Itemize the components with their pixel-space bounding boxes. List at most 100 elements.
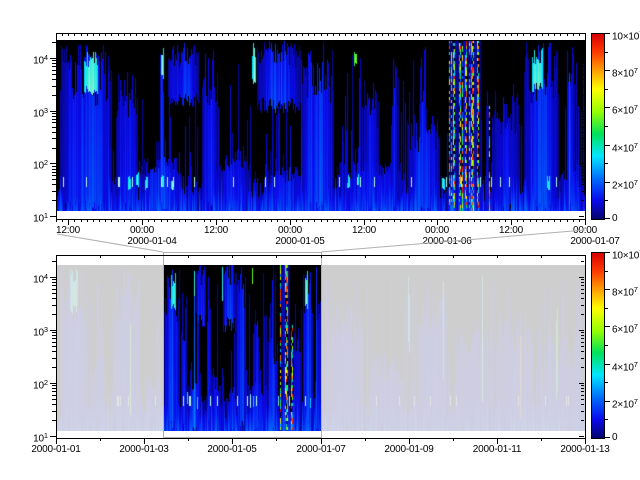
x-minor-tick (234, 219, 235, 222)
y-minor-tick (52, 184, 56, 185)
x-minor-tick (210, 219, 211, 222)
y-tick-label: 103 (14, 104, 48, 120)
x-minor-tick-inward (468, 34, 469, 36)
y-minor-tick (52, 166, 56, 167)
y-minor-tick (52, 200, 56, 201)
x-minor-tick-inward (100, 256, 101, 258)
x-minor-tick-inward (277, 34, 278, 36)
y-minor-tick (52, 351, 56, 352)
y-minor-tick (52, 191, 56, 192)
x-minor-tick (530, 219, 531, 222)
y-minor-tick (52, 314, 56, 315)
y-minor-tick-inward (581, 66, 584, 67)
x-minor-tick (345, 219, 346, 222)
x-minor-tick-inward (573, 34, 574, 36)
x-minor-tick (339, 219, 340, 222)
x-minor-tick-inward (364, 34, 365, 36)
time-selection-box[interactable] (163, 252, 322, 438)
x-minor-tick-inward (265, 34, 266, 36)
y-minor-tick (52, 175, 56, 176)
y-minor-tick-inward (581, 86, 584, 87)
y-minor-tick (52, 395, 56, 396)
y-minor-tick-inward (581, 293, 584, 294)
x-minor-tick-inward (370, 34, 371, 36)
x-minor-tick-inward (56, 34, 57, 36)
x-tick-label: 2000-01-05 (207, 444, 256, 456)
x-minor-tick (179, 219, 180, 222)
y-minor-tick (52, 399, 56, 400)
y-major-tick-inward (579, 330, 584, 331)
x-date-label: 2000-01-05 (275, 236, 324, 248)
x-minor-tick-inward (302, 34, 303, 36)
x-minor-tick-inward (517, 34, 518, 36)
x-minor-tick-inward (400, 34, 401, 36)
y-minor-tick-inward (581, 420, 584, 421)
x-minor-tick-inward (232, 256, 233, 258)
y-major-tick (50, 111, 56, 112)
y-minor-tick (52, 138, 56, 139)
x-minor-tick-inward (511, 34, 512, 36)
x-minor-tick-inward (253, 34, 254, 36)
x-minor-tick (554, 219, 555, 222)
y-minor-tick-inward (581, 391, 584, 392)
y-minor-tick (52, 66, 56, 67)
colorbar-top (591, 33, 605, 220)
y-minor-tick (52, 289, 56, 290)
x-minor-tick-inward (259, 34, 260, 36)
y-minor-tick-inward (581, 74, 584, 75)
x-minor-tick-inward (284, 34, 285, 36)
colorbar-major-tick (605, 70, 610, 71)
x-minor-tick (517, 219, 518, 222)
x-minor-tick-inward (357, 34, 358, 36)
x-minor-tick-inward (536, 34, 537, 36)
x-minor-tick (148, 219, 149, 222)
x-minor-tick-inward (161, 34, 162, 36)
y-tick-label: 104 (14, 51, 48, 67)
x-minor-tick-inward (99, 34, 100, 36)
y-major-tick (50, 436, 56, 437)
x-tick-label: 2000-01-03 (119, 444, 168, 456)
y-minor-tick (52, 391, 56, 392)
y-minor-tick-inward (581, 60, 584, 61)
y-minor-tick-inward (581, 179, 584, 180)
y-minor-tick-inward (581, 200, 584, 201)
y-minor-tick-inward (581, 113, 584, 114)
x-minor-tick (302, 219, 303, 222)
x-minor-tick-inward (327, 34, 328, 36)
y-minor-tick (52, 388, 56, 389)
x-minor-tick-inward (191, 34, 192, 36)
x-minor-tick-inward (333, 34, 334, 36)
x-minor-tick (81, 219, 82, 222)
spectrogram-canvas-zoomed[interactable] (57, 40, 585, 211)
y-minor-tick-inward (581, 184, 584, 185)
y-major-tick-inward (579, 436, 584, 437)
x-minor-tick (87, 219, 88, 222)
colorbar-minor-tick (605, 345, 608, 346)
y-minor-tick-inward (581, 127, 584, 128)
x-minor-tick (413, 219, 414, 222)
y-minor-tick-inward (581, 132, 584, 133)
y-minor-tick (52, 122, 56, 123)
mask-overlay-before-selection (57, 265, 163, 431)
y-minor-tick-inward (581, 191, 584, 192)
x-minor-tick-inward (173, 34, 174, 36)
y-minor-tick (52, 179, 56, 180)
x-minor-tick-inward (339, 34, 340, 36)
y-minor-tick (52, 63, 56, 64)
x-minor-tick-inward (148, 34, 149, 36)
x-minor-tick (105, 219, 106, 222)
y-minor-tick (52, 70, 56, 71)
y-major-tick-inward (579, 58, 584, 59)
colorbar-major-tick (605, 107, 610, 108)
y-minor-tick (52, 358, 56, 359)
x-minor-tick-inward (74, 34, 75, 36)
colorbar-minor-tick (605, 126, 608, 127)
x-minor-tick (197, 219, 198, 222)
x-minor-tick-inward (444, 34, 445, 36)
y-tick-label: 102 (14, 376, 48, 392)
x-minor-tick (222, 219, 223, 222)
x-minor-tick (474, 219, 475, 222)
y-minor-tick-inward (581, 314, 584, 315)
x-minor-tick-inward (136, 34, 137, 36)
x-minor-tick (400, 219, 401, 222)
